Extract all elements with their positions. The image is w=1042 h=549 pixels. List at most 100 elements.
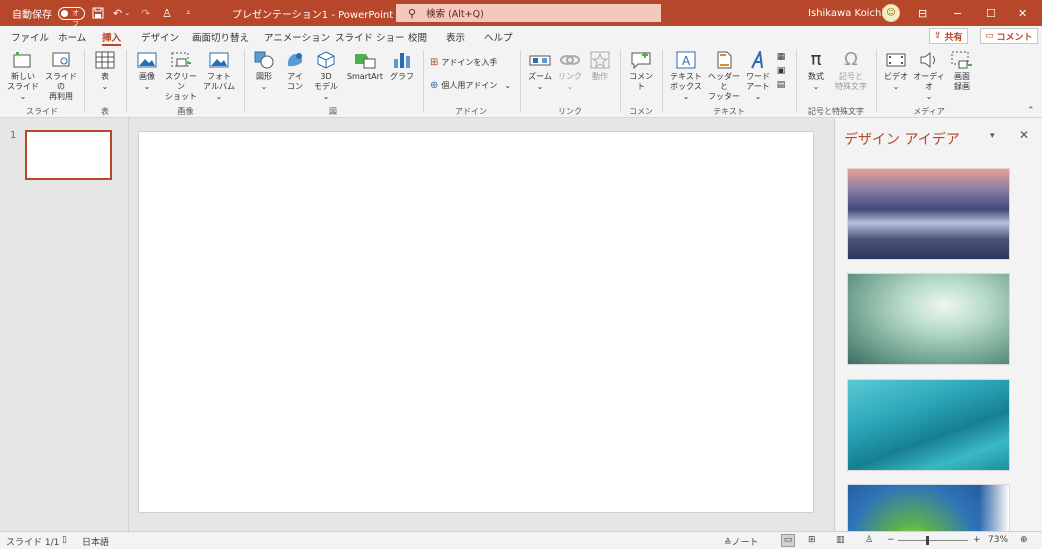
smartart-button[interactable]: SmartArt bbox=[344, 50, 386, 82]
new-slide-icon bbox=[12, 50, 34, 70]
group-table-label: 表 bbox=[101, 107, 109, 116]
save-icon bbox=[92, 7, 104, 19]
zoom-level[interactable]: 73% bbox=[988, 535, 1008, 545]
search-box[interactable]: ⚲ 検索 (Alt+Q) bbox=[396, 4, 661, 22]
slideshow-icon: ♙ bbox=[865, 535, 874, 545]
share-button[interactable]: ⇪ 共有 bbox=[929, 28, 968, 44]
omega-icon: Ω bbox=[844, 49, 858, 70]
autosave-toggle[interactable]: オフ bbox=[58, 6, 85, 28]
screenshot-icon bbox=[170, 50, 192, 70]
undo-button[interactable]: ↶ ⌄ bbox=[113, 0, 130, 26]
screenshot-button[interactable]: スクリーン ショット⌄ bbox=[163, 50, 199, 112]
close-icon: ✕ bbox=[1018, 6, 1028, 20]
table-button[interactable]: 表 ⌄ bbox=[90, 50, 120, 92]
ribbon-separator bbox=[796, 50, 797, 112]
tab-view[interactable]: 表示 bbox=[446, 30, 465, 46]
pane-options-button[interactable]: ▾ bbox=[990, 131, 995, 141]
symbol-button[interactable]: Ω 記号と 特殊文字 bbox=[832, 50, 870, 92]
symbol-label-1: 記号と bbox=[839, 72, 863, 81]
video-button[interactable]: ビデオ ⌄ bbox=[882, 50, 910, 92]
tab-transitions[interactable]: 画面切り替え bbox=[192, 30, 249, 46]
comment-insert-button[interactable]: コメント bbox=[626, 50, 656, 92]
language-indicator[interactable]: 日本語 bbox=[82, 535, 109, 548]
slide-editor-area bbox=[128, 118, 834, 531]
tab-animations[interactable]: アニメーション bbox=[264, 30, 330, 46]
reuse-slides-button[interactable]: スライドの 再利用 bbox=[43, 50, 79, 102]
group-symbols-label: 記号と特殊文字 bbox=[808, 107, 864, 116]
tab-help[interactable]: ヘルプ bbox=[484, 30, 513, 46]
text-small-buttons[interactable]: ▦ ▣ ▤ bbox=[774, 50, 788, 92]
3d-models-button[interactable]: 3D モデル⌄ bbox=[311, 50, 341, 102]
notes-label: ノート bbox=[731, 538, 759, 548]
design-idea-frost-flowers[interactable] bbox=[847, 273, 1010, 365]
search-icon: ⚲ bbox=[408, 6, 417, 20]
user-name[interactable]: Ishikawa Koichi bbox=[808, 0, 884, 26]
accessibility-icon[interactable]: ▯ bbox=[62, 535, 67, 545]
fit-to-window-button[interactable]: ⊕ bbox=[1020, 535, 1028, 545]
ribbon-separator bbox=[520, 50, 521, 112]
audio-button[interactable]: オーディオ ⌄ bbox=[912, 50, 946, 102]
autosave-control[interactable]: 自動保存 オフ bbox=[12, 0, 85, 28]
shapes-button[interactable]: 図形 ⌄ bbox=[251, 50, 277, 92]
notes-button[interactable]: ≙ノート bbox=[724, 535, 759, 548]
my-addins-button[interactable]: ⊕ 個人用アドイン ⌄ bbox=[430, 81, 511, 91]
avatar[interactable]: ☺ bbox=[882, 0, 900, 26]
maximize-button[interactable]: ☐ bbox=[986, 0, 996, 26]
group-addins-label: アドイン bbox=[455, 107, 487, 116]
zoom-in-button[interactable]: + bbox=[973, 535, 981, 545]
normal-view-button[interactable]: ▭ bbox=[781, 534, 795, 547]
wordart-button[interactable]: ワード アート⌄ bbox=[743, 50, 773, 102]
tab-home[interactable]: ホーム bbox=[58, 30, 86, 46]
minimize-button[interactable]: − bbox=[953, 0, 962, 26]
tab-design[interactable]: デザイン bbox=[141, 30, 179, 46]
design-idea-teal-fabric[interactable] bbox=[847, 379, 1010, 471]
design-ideas-title: デザイン アイデア bbox=[844, 132, 960, 148]
table-label: 表 bbox=[101, 72, 109, 81]
link-button[interactable]: リンク ⌄ bbox=[557, 50, 583, 92]
present-button[interactable]: ♙ bbox=[162, 0, 172, 26]
icons-button[interactable]: アイ コン bbox=[283, 50, 307, 92]
pane-close-button[interactable]: ✕ bbox=[1019, 128, 1029, 142]
slide-canvas[interactable] bbox=[138, 131, 814, 513]
shapes-label: 図形 bbox=[256, 72, 272, 81]
zoom-out-button[interactable]: − bbox=[887, 535, 895, 545]
ribbon-display-button[interactable]: ⊟ bbox=[918, 0, 927, 26]
screen-recording-button[interactable]: 画面 録画 bbox=[948, 50, 976, 92]
action-button[interactable]: 動作 bbox=[587, 50, 613, 82]
pictures-label: 画像 bbox=[139, 72, 155, 81]
close-button[interactable]: ✕ bbox=[1018, 0, 1027, 26]
chart-button[interactable]: グラフ bbox=[390, 50, 414, 82]
present-icon: ♙ bbox=[162, 6, 172, 20]
tab-file[interactable]: ファイル bbox=[11, 30, 49, 46]
comments-button[interactable]: ▭ コメント bbox=[980, 28, 1038, 44]
ribbon-separator bbox=[662, 50, 663, 112]
save-button[interactable] bbox=[92, 0, 104, 26]
redo-button[interactable]: ↷ bbox=[141, 0, 150, 26]
photo-album-button[interactable]: フォト アルバム⌄ bbox=[200, 50, 238, 102]
avatar-icon: ☺ bbox=[882, 4, 900, 22]
pictures-button[interactable]: 画像 ⌄ bbox=[133, 50, 161, 92]
slide-thumbnail[interactable] bbox=[25, 130, 112, 180]
tab-insert[interactable]: 挿入 bbox=[102, 30, 122, 46]
smartart-icon bbox=[354, 50, 376, 70]
tab-review[interactable]: 校閲 bbox=[408, 30, 427, 46]
reading-view-button[interactable]: ▥ bbox=[836, 535, 845, 545]
zoom-slider-thumb[interactable] bbox=[926, 536, 929, 545]
slide-sorter-button[interactable]: ⊞ bbox=[808, 535, 816, 545]
textbox-button[interactable]: A テキスト ボックス⌄ bbox=[668, 50, 704, 102]
equation-button[interactable]: π 数式 ⌄ bbox=[802, 50, 830, 92]
tab-slideshow[interactable]: スライド ショー bbox=[335, 30, 405, 46]
header-footer-button[interactable]: ヘッダーと フッター bbox=[705, 50, 743, 102]
new-slide-button[interactable]: 新しい スライド⌄ bbox=[6, 50, 40, 102]
design-idea-bokeh[interactable] bbox=[847, 484, 1010, 531]
qat-customize-icon: ⩡ bbox=[186, 8, 191, 17]
slideshow-button[interactable]: ♙ bbox=[865, 535, 873, 545]
shapes-icon bbox=[253, 50, 275, 70]
collapse-ribbon-icon[interactable]: ⌃ bbox=[1027, 106, 1035, 116]
qat-customize-button[interactable]: ⩡ bbox=[186, 0, 191, 26]
get-addins-button[interactable]: ⊞ アドインを入手 bbox=[430, 58, 497, 68]
design-idea-mountains[interactable] bbox=[847, 168, 1010, 260]
zoom-button[interactable]: ズーム ⌄ bbox=[526, 50, 554, 92]
svg-text:A: A bbox=[682, 54, 691, 68]
zoom-slider[interactable] bbox=[898, 540, 968, 541]
